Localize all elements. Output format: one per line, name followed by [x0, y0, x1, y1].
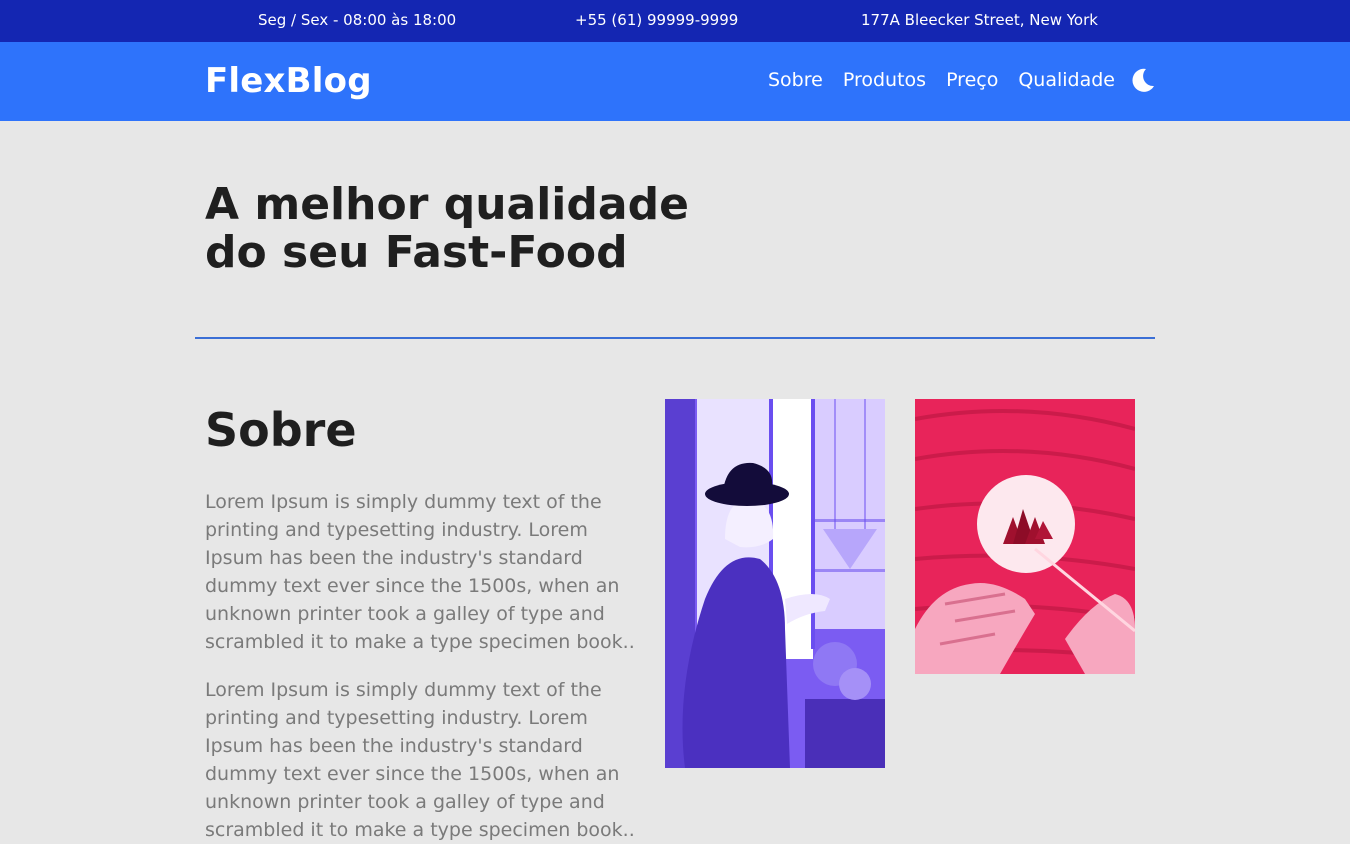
- about-paragraph-1: Lorem Ipsum is simply dummy text of the …: [205, 491, 635, 653]
- nav-links: Sobre Produtos Preço Qualidade: [768, 69, 1115, 91]
- navbar: FlexBlog Sobre Produtos Preço Qualidade: [0, 42, 1350, 121]
- address: 177A Bleecker Street, New York: [861, 11, 1098, 29]
- hero-title: A melhor qualidade do seu Fast-Food: [205, 181, 725, 277]
- nav-link-produtos[interactable]: Produtos: [843, 69, 926, 91]
- site-logo[interactable]: FlexBlog: [205, 61, 372, 101]
- about-title: Sobre: [205, 403, 357, 457]
- nav-link-sobre[interactable]: Sobre: [768, 69, 823, 91]
- hero-title-line1: A melhor qualidade: [205, 179, 689, 230]
- business-hours: Seg / Sex - 08:00 às 18:00: [258, 11, 457, 29]
- top-info-bar: Seg / Sex - 08:00 às 18:00 +55 (61) 9999…: [0, 0, 1350, 42]
- nav-link-qualidade[interactable]: Qualidade: [1018, 69, 1115, 91]
- painting-hands-photo: [915, 399, 1135, 674]
- woman-window-photo: [665, 399, 885, 768]
- section-divider: [195, 337, 1155, 339]
- phone-number[interactable]: +55 (61) 99999-9999: [575, 11, 738, 29]
- hero-title-line2: do seu Fast-Food: [205, 227, 628, 278]
- moon-icon[interactable]: [1128, 66, 1156, 94]
- nav-link-preco[interactable]: Preço: [946, 69, 998, 91]
- about-paragraph-2: Lorem Ipsum is simply dummy text of the …: [205, 679, 635, 841]
